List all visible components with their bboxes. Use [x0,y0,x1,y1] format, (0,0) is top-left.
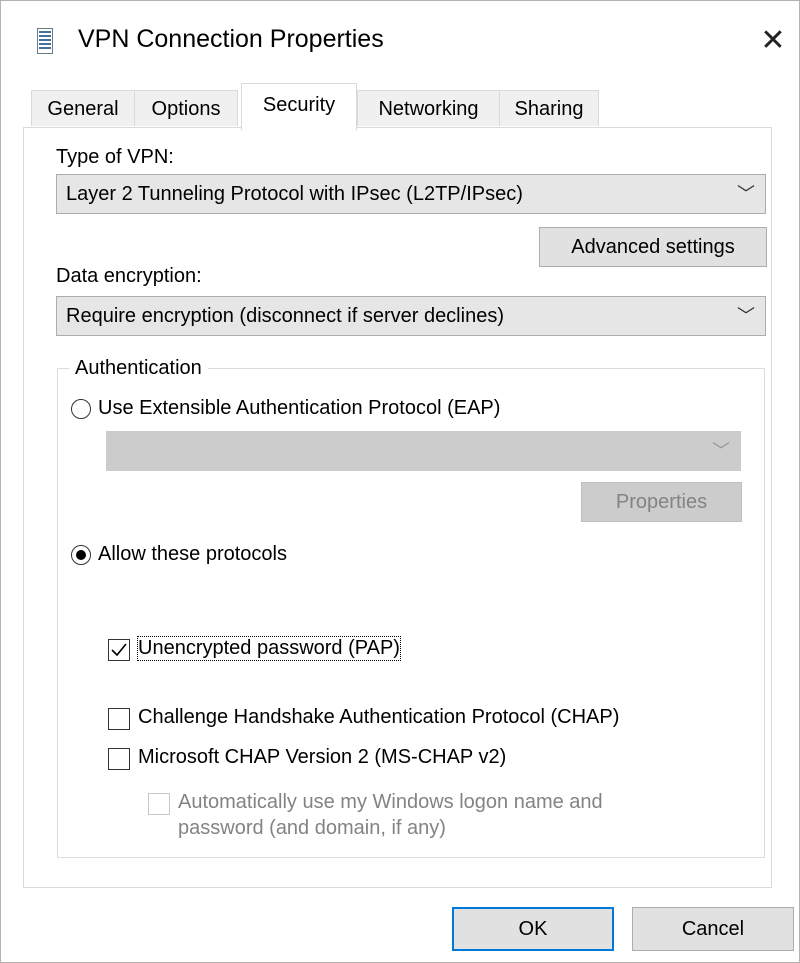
checkmark-icon [111,643,127,657]
data-encryption-value: Require encryption (disconnect if server… [66,305,504,327]
tab-security[interactable]: Security [241,83,357,130]
eap-radio-label[interactable]: Use Extensible Authentication Protocol (… [98,397,500,420]
cancel-label: Cancel [681,918,745,940]
ok-label: OK [518,918,548,940]
ok-button[interactable]: OK [452,907,614,951]
properties-button: Properties [581,482,742,522]
title-bar[interactable]: VPN Connection Properties ✕ [1,1,799,81]
advanced-settings-button[interactable]: Advanced settings [539,227,767,267]
radio-selected-dot [76,550,86,560]
close-icon: ✕ [760,24,786,57]
allow-protocols-radio[interactable] [71,545,91,565]
window-title: VPN Connection Properties [78,25,384,53]
dialog-window: VPN Connection Properties ✕ General Opti… [0,0,800,963]
allow-protocols-label[interactable]: Allow these protocols [98,543,287,566]
tab-sharing[interactable]: Sharing [499,90,599,126]
cancel-button[interactable]: Cancel [632,907,794,951]
tab-options-label: Options [151,98,221,120]
tab-networking-label: Networking [378,98,479,120]
vpn-type-dropdown[interactable]: Layer 2 Tunneling Protocol with IPsec (L… [56,174,766,214]
type-of-vpn-label: Type of VPN: [56,146,174,168]
close-button[interactable]: ✕ [753,23,793,59]
properties-label: Properties [615,491,708,513]
advanced-settings-label: Advanced settings [571,236,735,258]
auto-logon-label-line1: Automatically use my Windows logon name … [178,791,603,813]
chevron-down-icon: ﹀ [737,306,755,326]
eap-method-dropdown: ﹀ [106,431,741,471]
chevron-down-icon: ﹀ [737,184,755,204]
mschapv2-checkbox[interactable] [108,748,130,770]
tab-general-label: General [47,98,119,120]
data-encryption-label: Data encryption: [56,265,202,287]
auto-logon-checkbox [148,793,170,815]
pap-label[interactable]: Unencrypted password (PAP) [137,636,401,661]
authentication-legend: Authentication [69,357,208,380]
auto-logon-label-line2: password (and domain, if any) [178,817,446,839]
tab-sharing-label: Sharing [514,98,584,120]
mschapv2-label[interactable]: Microsoft CHAP Version 2 (MS-CHAP v2) [138,746,506,769]
chap-checkbox[interactable] [108,708,130,730]
tab-networking[interactable]: Networking [357,90,500,126]
chevron-down-icon: ﹀ [712,441,730,461]
pap-checkbox[interactable] [108,639,130,661]
tab-general[interactable]: General [31,90,135,126]
chap-label[interactable]: Challenge Handshake Authentication Proto… [138,706,619,729]
eap-radio[interactable] [71,399,91,419]
vpn-type-value: Layer 2 Tunneling Protocol with IPsec (L… [66,183,523,205]
tab-security-label: Security [262,94,336,116]
data-encryption-dropdown[interactable]: Require encryption (disconnect if server… [56,296,766,336]
document-icon [37,28,53,54]
tab-options[interactable]: Options [134,90,238,126]
